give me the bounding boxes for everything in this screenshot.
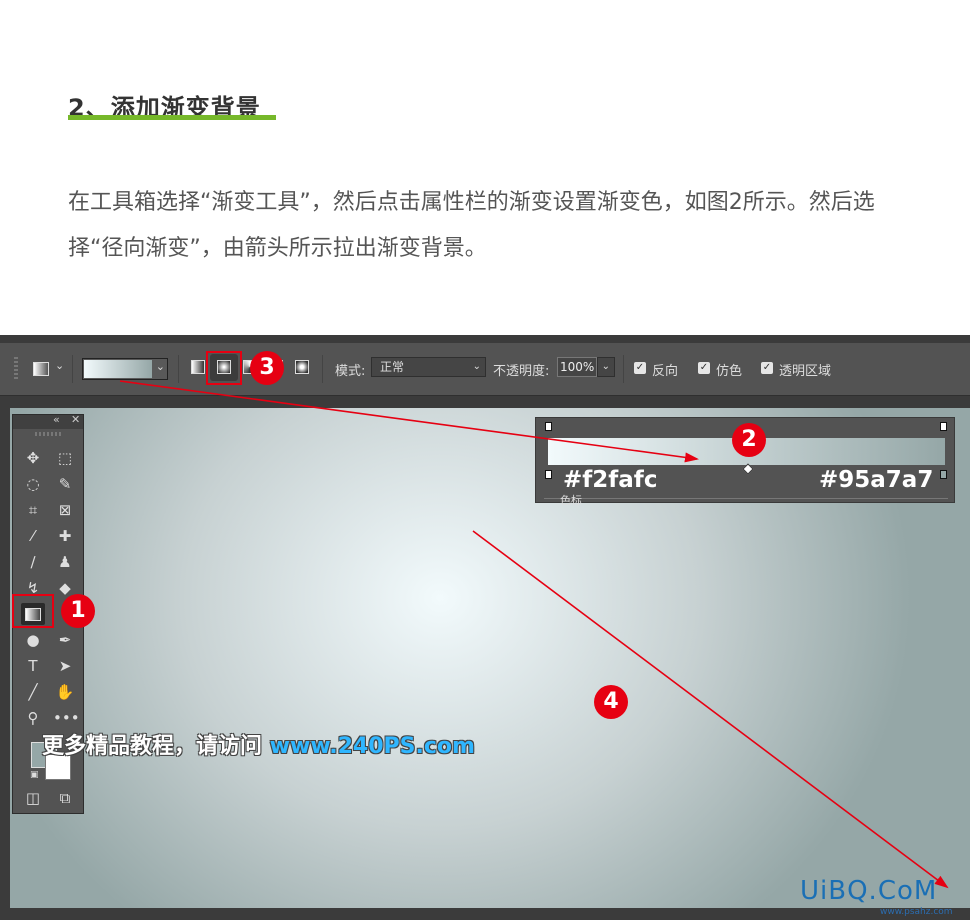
article-body: 在工具箱选择“渐变工具”，然后点击属性栏的渐变设置渐变色，如图2所示。然后选择“… xyxy=(68,180,928,272)
arrow-to-gradient-editor xyxy=(119,380,699,463)
article-paragraph: 在工具箱选择“渐变工具”，然后点击属性栏的渐变设置渐变色，如图2所示。然后选择“… xyxy=(68,190,875,261)
annotation-arrows xyxy=(119,380,949,889)
photoshop-screenshot: ⌄ ⌄ 3 模式: 正常 ⌄ 不透明度: 100% ⌄ ✓ 反向 ✓ 仿色 ✓ xyxy=(0,335,970,920)
arrow-drag-direction xyxy=(472,530,949,889)
title-underline xyxy=(68,115,276,120)
